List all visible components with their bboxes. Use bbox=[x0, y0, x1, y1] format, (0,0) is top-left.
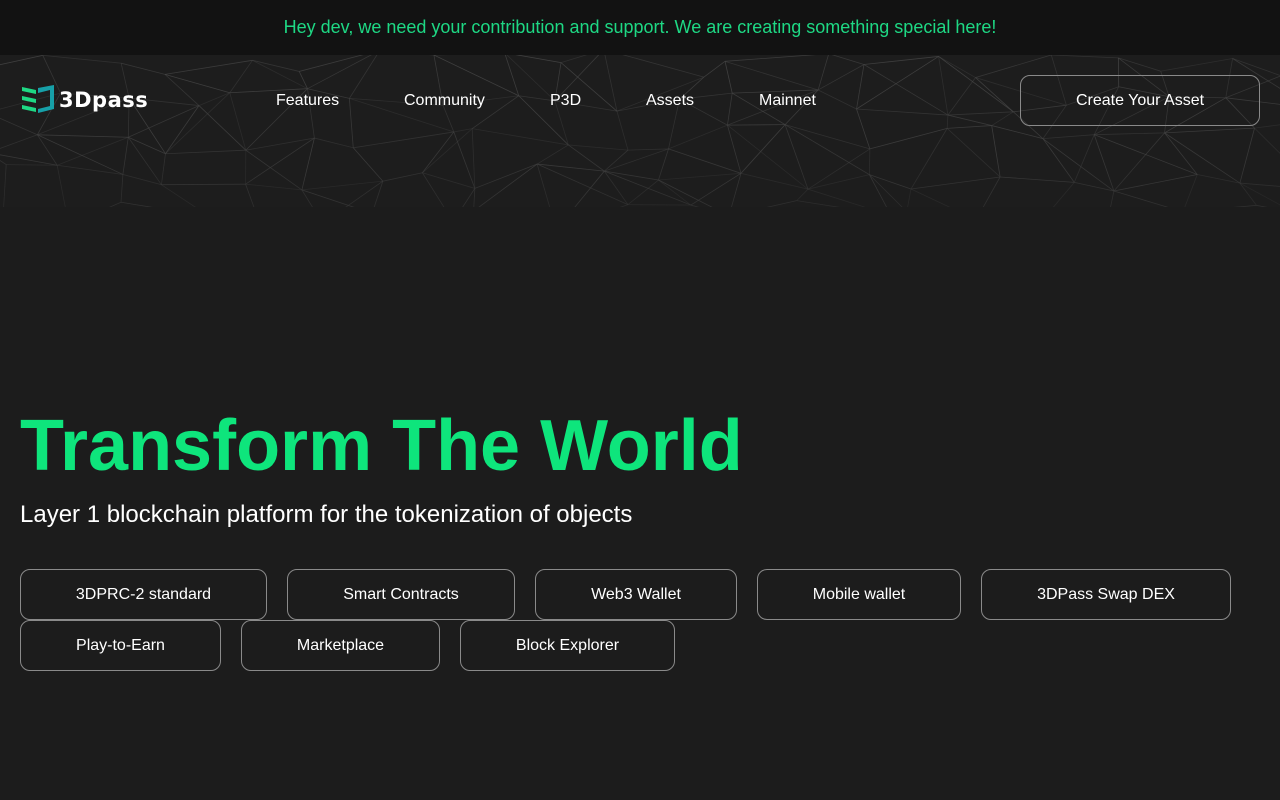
nav-features[interactable]: Features bbox=[276, 91, 339, 111]
nav-community[interactable]: Community bbox=[404, 91, 485, 111]
feature-pill-swap-dex[interactable]: 3DPass Swap DEX bbox=[981, 569, 1231, 620]
announcement-text: Hey dev, we need your contribution and s… bbox=[283, 17, 997, 37]
hero-subtitle: Layer 1 blockchain platform for the toke… bbox=[20, 501, 633, 528]
feature-pill-play-to-earn[interactable]: Play-to-Earn bbox=[20, 620, 221, 671]
feature-pill-3dprc2[interactable]: 3DPRC-2 standard bbox=[20, 569, 267, 620]
site-header: 3Dpass Features Community P3D Assets Mai… bbox=[0, 55, 1280, 145]
logo-text: 3Dpass bbox=[59, 88, 149, 112]
create-asset-button[interactable]: Create Your Asset bbox=[1020, 75, 1260, 126]
feature-pill-block-explorer[interactable]: Block Explorer bbox=[460, 620, 675, 671]
logo-link[interactable]: 3Dpass bbox=[22, 85, 156, 115]
announcement-bar: Hey dev, we need your contribution and s… bbox=[0, 0, 1280, 55]
feature-pill-smart-contracts[interactable]: Smart Contracts bbox=[287, 569, 515, 620]
feature-pill-mobile-wallet[interactable]: Mobile wallet bbox=[757, 569, 961, 620]
feature-pill-web3-wallet[interactable]: Web3 Wallet bbox=[535, 569, 737, 620]
hero-title: Transform The World bbox=[20, 406, 743, 486]
nav-p3d[interactable]: P3D bbox=[550, 91, 581, 111]
nav-mainnet[interactable]: Mainnet bbox=[759, 91, 816, 111]
feature-pill-marketplace[interactable]: Marketplace bbox=[241, 620, 440, 671]
3dpass-logo-icon bbox=[22, 85, 54, 113]
nav-assets[interactable]: Assets bbox=[646, 91, 694, 111]
